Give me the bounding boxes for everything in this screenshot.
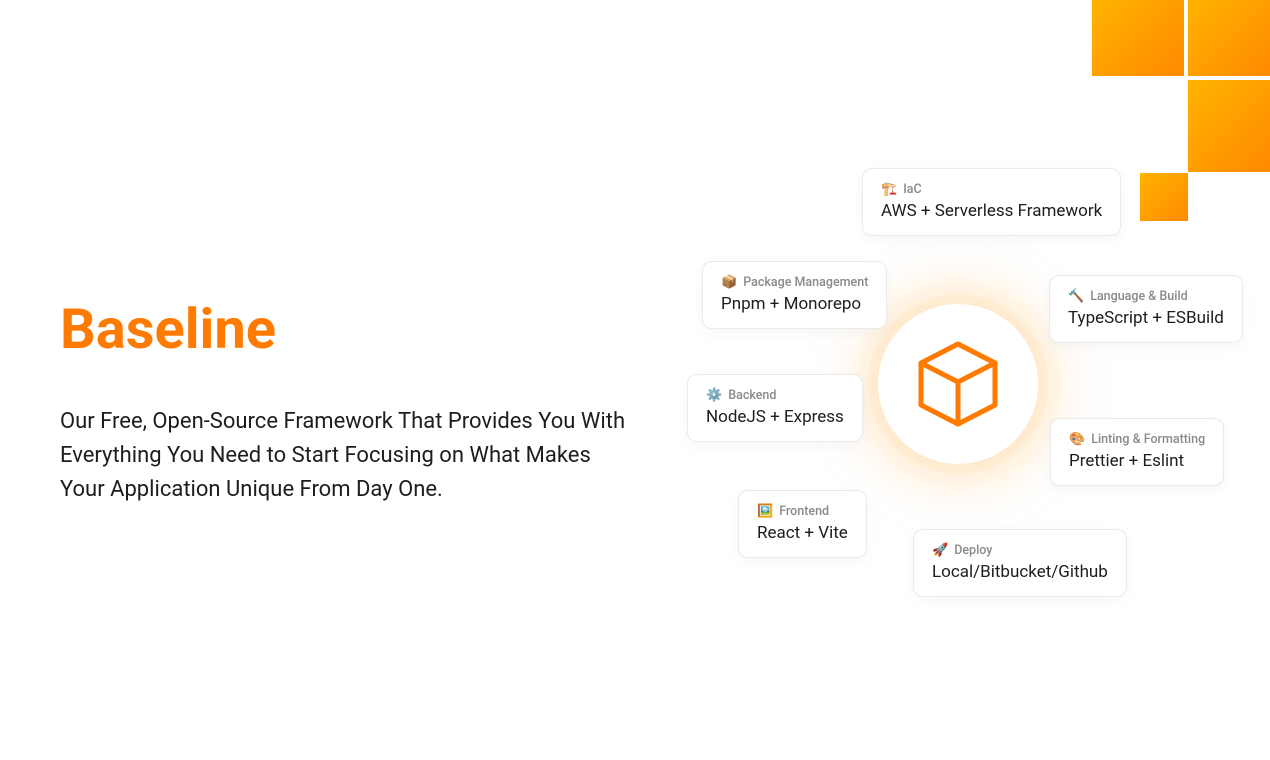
- package-icon: 📦: [721, 275, 737, 290]
- gear-icon: ⚙️: [706, 388, 722, 403]
- construction-icon: 🏗️: [881, 182, 897, 197]
- card-lint-label: 🎨 Linting & Formatting: [1069, 432, 1205, 447]
- card-lint-label-text: Linting & Formatting: [1091, 432, 1205, 447]
- card-iac-value: AWS + Serverless Framework: [881, 201, 1102, 221]
- card-pkg-value: Pnpm + Monorepo: [721, 294, 868, 314]
- cube-graphic: [878, 304, 1038, 464]
- hero-title: Baseline: [60, 300, 640, 359]
- card-pkg-label: 📦 Package Management: [721, 275, 868, 290]
- card-lang-label-text: Language & Build: [1090, 289, 1188, 304]
- rocket-icon: 🚀: [932, 543, 948, 558]
- card-deploy: 🚀 Deploy Local/Bitbucket/Github: [913, 529, 1127, 597]
- card-front-label: 🖼️ Frontend: [757, 504, 848, 519]
- decor-square-4: [1140, 173, 1188, 221]
- package-cube-icon: [916, 339, 1000, 429]
- card-deploy-label-text: Deploy: [954, 543, 992, 558]
- card-deploy-value: Local/Bitbucket/Github: [932, 562, 1108, 582]
- card-lang-value: TypeScript + ESBuild: [1068, 308, 1224, 328]
- hammer-icon: 🔨: [1068, 289, 1084, 304]
- card-package-management: 📦 Package Management Pnpm + Monorepo: [702, 261, 887, 329]
- card-frontend: 🖼️ Frontend React + Vite: [738, 490, 867, 558]
- card-front-value: React + Vite: [757, 523, 848, 543]
- decor-square-2: [1188, 0, 1270, 76]
- decor-square-3: [1188, 80, 1270, 172]
- hero-section: Baseline Our Free, Open-Source Framework…: [60, 300, 640, 507]
- card-front-label-text: Frontend: [779, 504, 829, 519]
- card-lang-label: 🔨 Language & Build: [1068, 289, 1224, 304]
- card-deploy-label: 🚀 Deploy: [932, 543, 1108, 558]
- card-pkg-label-text: Package Management: [743, 275, 868, 290]
- card-backend-value: NodeJS + Express: [706, 407, 844, 427]
- card-backend: ⚙️ Backend NodeJS + Express: [687, 374, 863, 442]
- picture-icon: 🖼️: [757, 504, 773, 519]
- card-linting: 🎨 Linting & Formatting Prettier + Eslint: [1050, 418, 1224, 486]
- palette-icon: 🎨: [1069, 432, 1085, 447]
- card-iac: 🏗️ IaC AWS + Serverless Framework: [862, 168, 1121, 236]
- card-language-build: 🔨 Language & Build TypeScript + ESBuild: [1049, 275, 1243, 343]
- card-backend-label-text: Backend: [728, 388, 776, 403]
- card-backend-label: ⚙️ Backend: [706, 388, 844, 403]
- decor-square-1: [1092, 0, 1184, 76]
- card-iac-label-text: IaC: [903, 182, 921, 197]
- card-iac-label: 🏗️ IaC: [881, 182, 1102, 197]
- hero-subtitle: Our Free, Open-Source Framework That Pro…: [60, 405, 640, 507]
- card-lint-value: Prettier + Eslint: [1069, 451, 1205, 471]
